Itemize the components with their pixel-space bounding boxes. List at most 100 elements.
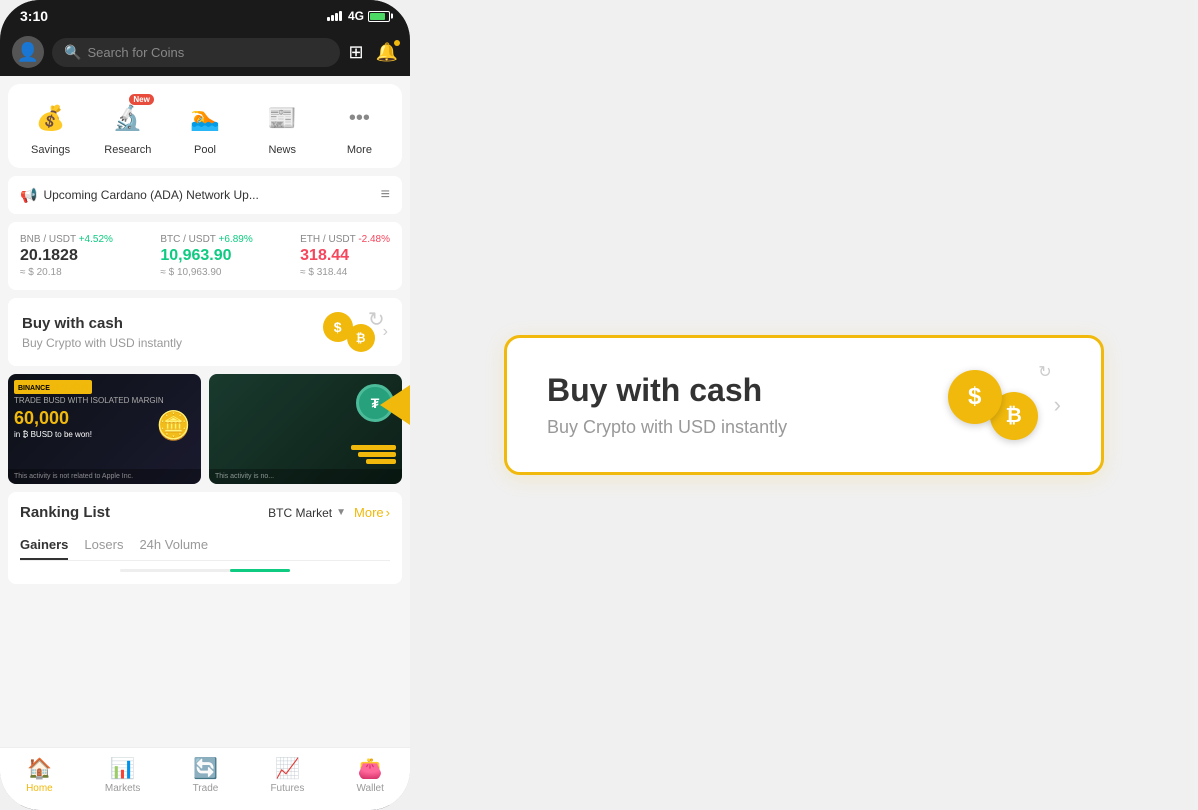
research-badge: New [129, 94, 153, 105]
more-link-label: More [354, 505, 384, 520]
wallet-icon: 👛 [358, 756, 383, 781]
bnb-pair: BNB / USDT +4.52% [20, 234, 113, 245]
expanded-refresh-icon: ↻ [1038, 362, 1051, 382]
more-label: More [347, 144, 372, 156]
menu-item-research[interactable]: 🔬 New Research [89, 96, 166, 156]
tab-losers[interactable]: Losers [84, 531, 123, 560]
eth-price[interactable]: ETH / USDT -2.48% 318.44 ≈ $ 318.44 [300, 234, 390, 278]
trade-icon: 🔄 [193, 756, 218, 781]
refresh-icon: ↻ [368, 307, 385, 332]
tether-banner[interactable]: ₮ This activity is no... [209, 374, 402, 484]
eth-usd: ≈ $ 318.44 [300, 267, 390, 278]
btc-usd: ≈ $ 10,963.90 [160, 267, 252, 278]
nav-wallet[interactable]: 👛 Wallet [356, 756, 383, 794]
btc-price[interactable]: BTC / USDT +6.89% 10,963.90 ≈ $ 10,963.9… [160, 234, 252, 278]
buy-cash-content: Buy with cash Buy Crypto with USD instan… [22, 315, 182, 350]
battery-icon [368, 11, 390, 22]
more-link[interactable]: More › [354, 505, 390, 520]
ranking-tabs: Gainers Losers 24h Volume [20, 531, 390, 561]
buy-cash-title: Buy with cash [22, 315, 182, 332]
expanded-chevron-right-icon: › [1054, 392, 1061, 418]
banner-trade-text: TRADE BUSD WITH ISOLATED MARGIN [14, 396, 164, 405]
top-nav: 👤 🔍 Search for Coins ⊞ 🔔 [0, 28, 410, 76]
buy-cash-right: $ ₿ ↻ › [323, 312, 388, 352]
ranking-meta: BTC Market ▼ More › [268, 505, 390, 520]
search-placeholder: Search for Coins [87, 45, 184, 60]
futures-icon: 📈 [275, 756, 300, 781]
news-label: News [268, 144, 296, 156]
content-area: 💰 Savings 🔬 New Research 🏊 Pool [0, 76, 410, 805]
futures-nav-label: Futures [270, 783, 304, 794]
signal-icon [327, 11, 342, 21]
quick-menu: 💰 Savings 🔬 New Research 🏊 Pool [8, 84, 402, 168]
expanded-buy-cash-card[interactable]: Buy with cash Buy Crypto with USD instan… [504, 335, 1104, 475]
user-icon: 👤 [17, 42, 39, 63]
home-nav-label: Home [26, 783, 53, 794]
nav-home[interactable]: 🏠 Home [26, 756, 53, 794]
buy-cash-subtitle: Buy Crypto with USD instantly [22, 336, 182, 350]
expanded-coin-icons: $ ₿ ↻ [948, 370, 1038, 440]
research-icon: 🔬 [113, 104, 143, 133]
pool-label: Pool [194, 144, 216, 156]
more-icon: ••• [349, 107, 370, 130]
ranking-header: Ranking List BTC Market ▼ More › [20, 504, 390, 521]
banner-coin: 🪙 [156, 409, 191, 442]
ranking-section: Ranking List BTC Market ▼ More › Gainers [8, 492, 402, 584]
bnb-usd: ≈ $ 20.18 [20, 267, 113, 278]
status-icons: 4G [327, 9, 390, 23]
nav-markets[interactable]: 📊 Markets [105, 756, 141, 794]
bnb-price[interactable]: BNB / USDT +4.52% 20.1828 ≈ $ 20.18 [20, 234, 113, 278]
menu-item-pool[interactable]: 🏊 Pool [166, 96, 243, 156]
dollar-coin-icon: $ [323, 312, 353, 342]
savings-label: Savings [31, 144, 70, 156]
wallet-nav-label: Wallet [356, 783, 383, 794]
btc-value: 10,963.90 [160, 247, 252, 265]
markets-nav-label: Markets [105, 783, 141, 794]
announcement-bar[interactable]: 📢 Upcoming Cardano (ADA) Network Up... ≡ [8, 176, 402, 214]
binance-margin-banner[interactable]: BINANCEMARGIN TRADE BUSD WITH ISOLATED M… [8, 374, 201, 484]
price-ticker: BNB / USDT +4.52% 20.1828 ≈ $ 20.18 BTC … [8, 222, 402, 290]
list-icon: ≡ [381, 186, 390, 204]
search-bar[interactable]: 🔍 Search for Coins [52, 38, 340, 67]
banner-disclaimer: This activity is not related to Apple In… [8, 469, 201, 484]
research-label: Research [104, 144, 151, 156]
avatar[interactable]: 👤 [12, 36, 44, 68]
banner-amount: 60,000 [14, 408, 69, 429]
coin-icons: $ ₿ ↻ [323, 312, 375, 352]
buy-cash-card[interactable]: Buy with cash Buy Crypto with USD instan… [8, 298, 402, 366]
time: 3:10 [20, 8, 48, 24]
announcement-text: 📢 Upcoming Cardano (ADA) Network Up... [20, 187, 259, 204]
markets-icon: 📊 [110, 756, 135, 781]
eth-value: 318.44 [300, 247, 390, 265]
scroll-indicator [120, 569, 290, 572]
gold-bars-decoration [351, 445, 396, 464]
menu-item-savings[interactable]: 💰 Savings [12, 96, 89, 156]
expanded-card-subtitle: Buy Crypto with USD instantly [547, 417, 787, 438]
tether-disclaimer: This activity is no... [209, 469, 402, 484]
scroll-thumb [230, 569, 290, 572]
scan-icon[interactable]: ⊞ [348, 42, 363, 63]
eth-pair: ETH / USDT -2.48% [300, 234, 390, 245]
tab-gainers[interactable]: Gainers [20, 531, 68, 560]
network-label: 4G [348, 9, 364, 23]
search-icon: 🔍 [64, 44, 81, 61]
savings-icon: 💰 [36, 104, 66, 133]
market-selector[interactable]: BTC Market ▼ [268, 506, 346, 520]
tab-24h-volume[interactable]: 24h Volume [139, 531, 208, 560]
status-bar: 3:10 4G [0, 0, 410, 28]
expanded-card-right: $ ₿ ↻ › [948, 370, 1061, 440]
menu-item-more[interactable]: ••• More [321, 96, 398, 156]
nav-futures[interactable]: 📈 Futures [270, 756, 304, 794]
nav-trade[interactable]: 🔄 Trade [193, 756, 219, 794]
expanded-card-title: Buy with cash [547, 372, 787, 409]
megaphone-icon: 📢 [20, 187, 37, 204]
banner-currency: in ₿ BUSD to be won! [14, 430, 92, 439]
menu-item-news[interactable]: 📰 News [244, 96, 321, 156]
home-icon: 🏠 [27, 756, 52, 781]
right-panel: Buy with cash Buy Crypto with USD instan… [410, 295, 1198, 515]
bell-icon[interactable]: 🔔 [376, 42, 398, 63]
nav-icons: ⊞ 🔔 [348, 42, 398, 63]
expanded-card-content: Buy with cash Buy Crypto with USD instan… [547, 372, 787, 438]
phone-screen: 👤 🔍 Search for Coins ⊞ 🔔 💰 Savings [0, 28, 410, 805]
dropdown-arrow-icon: ▼ [336, 507, 346, 518]
